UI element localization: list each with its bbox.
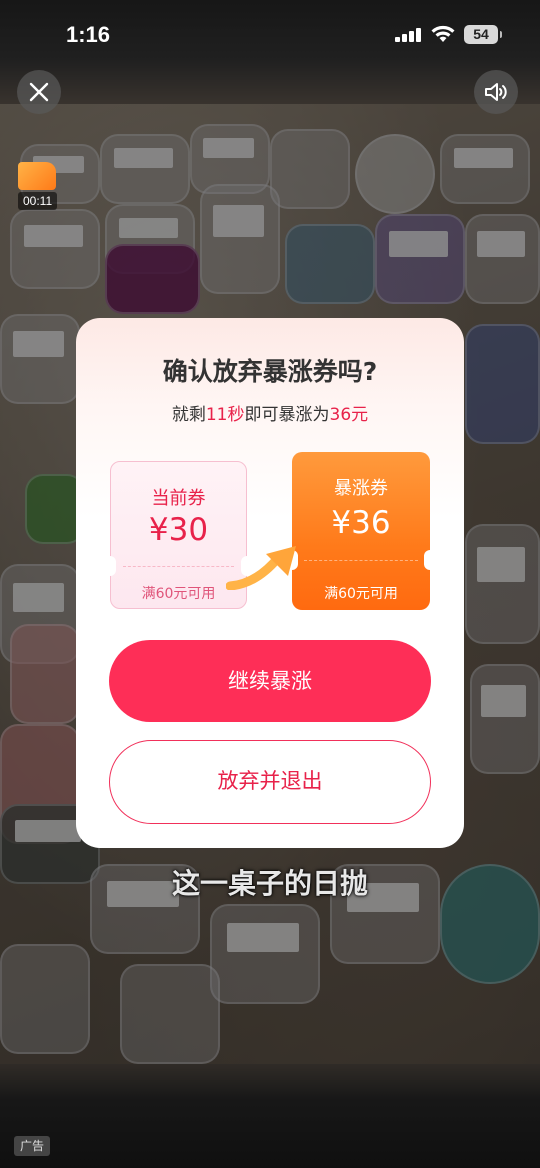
coupon-divider — [123, 566, 234, 567]
subtitle-prefix: 就剩 — [171, 405, 206, 425]
status-bar: 1:16 54 — [0, 0, 540, 70]
curved-arrow-icon — [226, 546, 296, 590]
coupon-notch — [104, 556, 116, 576]
status-time: 1:16 — [66, 22, 111, 47]
coupon-notch — [424, 550, 436, 570]
battery-indicator: 54 — [464, 25, 502, 44]
boost-coupon-amount: ¥36 — [331, 505, 391, 541]
countdown-seconds: 11秒 — [205, 405, 245, 425]
boost-coupon: 暴涨券 ¥36 满60元可用 — [286, 452, 436, 610]
sound-toggle-button[interactable] — [474, 70, 518, 114]
quit-button[interactable]: 放弃并退出 — [109, 740, 431, 824]
current-coupon-amount: ¥30 — [148, 512, 209, 548]
cellular-signal-icon — [395, 28, 423, 42]
subtitle-middle: 即可暴涨为 — [244, 405, 330, 425]
dialog-subtitle: 就剩11秒即可暴涨为36元 — [76, 400, 464, 425]
boost-amount: 36元 — [329, 405, 369, 425]
speaker-icon — [485, 83, 507, 101]
video-elapsed-time: 00:11 — [18, 192, 58, 210]
boost-coupon-condition: 满60元可用 — [324, 586, 398, 602]
dialog-title: 确认放弃暴涨券吗? — [162, 357, 378, 386]
coupon-divider — [304, 560, 418, 561]
continue-boost-button[interactable]: 继续暴涨 — [109, 640, 431, 722]
boost-coupon-label: 暴涨券 — [334, 478, 388, 499]
ad-badge: 广告 — [14, 1136, 51, 1156]
current-coupon-label: 当前券 — [151, 488, 206, 509]
close-button[interactable] — [17, 70, 61, 114]
confirm-dialog: 确认放弃暴涨券吗? 就剩11秒即可暴涨为36元 当前券 ¥30 满60元可用 暴… — [76, 318, 464, 848]
video-subtitle: 这一桌子的日抛 — [171, 867, 368, 900]
wifi-icon — [431, 25, 455, 42]
close-icon — [29, 82, 49, 102]
promo-flag-icon — [18, 162, 56, 190]
